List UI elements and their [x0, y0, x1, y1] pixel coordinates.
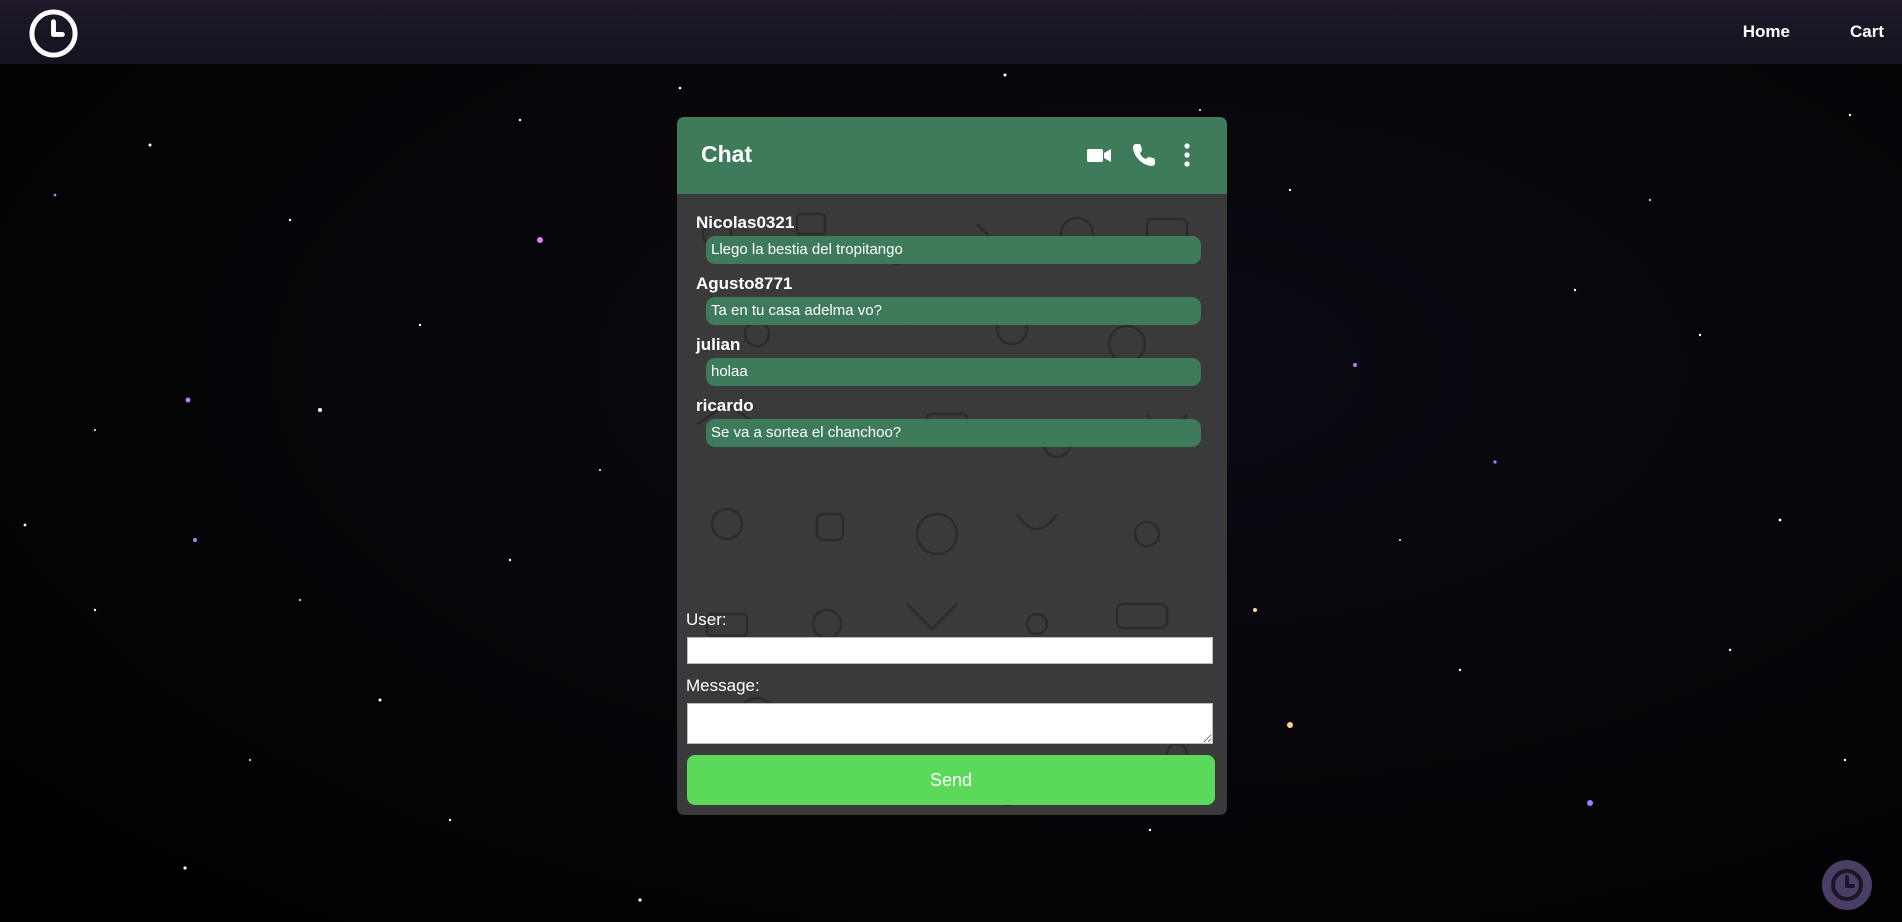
message-username: Agusto8771 — [696, 274, 793, 293]
nav-cart-link[interactable]: Cart — [1850, 22, 1884, 42]
user-label: User: — [686, 610, 727, 629]
message-label: Message: — [686, 676, 760, 695]
phone-icon[interactable] — [1130, 141, 1158, 169]
message-item: ricardo Se va a sortea el chanchoo? — [696, 395, 1206, 447]
message-bubble: holaa — [706, 358, 1201, 386]
message-bubble: Llego la bestia del tropitango — [706, 236, 1201, 264]
top-navbar: Home Cart — [0, 0, 1902, 64]
send-button[interactable]: Send — [687, 755, 1215, 805]
video-camera-icon[interactable] — [1085, 141, 1113, 169]
nav-home-link[interactable]: Home — [1743, 22, 1790, 42]
message-item: Nicolas0321 Llego la bestia del tropitan… — [696, 212, 1206, 264]
message-input[interactable] — [687, 703, 1213, 744]
message-username: Nicolas0321 — [696, 213, 795, 232]
user-input[interactable] — [687, 637, 1213, 664]
clock-icon — [1831, 869, 1863, 901]
message-bubble: Se va a sortea el chanchoo? — [706, 419, 1201, 447]
message-list: Nicolas0321 Llego la bestia del tropitan… — [696, 212, 1206, 456]
message-username: julian — [696, 335, 741, 354]
message-item: Agusto8771 Ta en tu casa adelma vo? — [696, 273, 1206, 325]
message-username: ricardo — [696, 396, 754, 415]
more-vertical-icon[interactable] — [1173, 141, 1201, 169]
message-item: julian holaa — [696, 334, 1206, 386]
chat-header: Chat — [677, 117, 1227, 194]
message-bubble: Ta en tu casa adelma vo? — [706, 297, 1201, 325]
chat-panel: Chat Nicolas0321 Llego la bestia del tro… — [677, 117, 1227, 815]
floating-clock-button[interactable] — [1822, 860, 1872, 910]
clock-icon[interactable] — [28, 8, 79, 59]
nav-links: Home Cart — [1743, 0, 1884, 64]
chat-title: Chat — [701, 141, 753, 167]
